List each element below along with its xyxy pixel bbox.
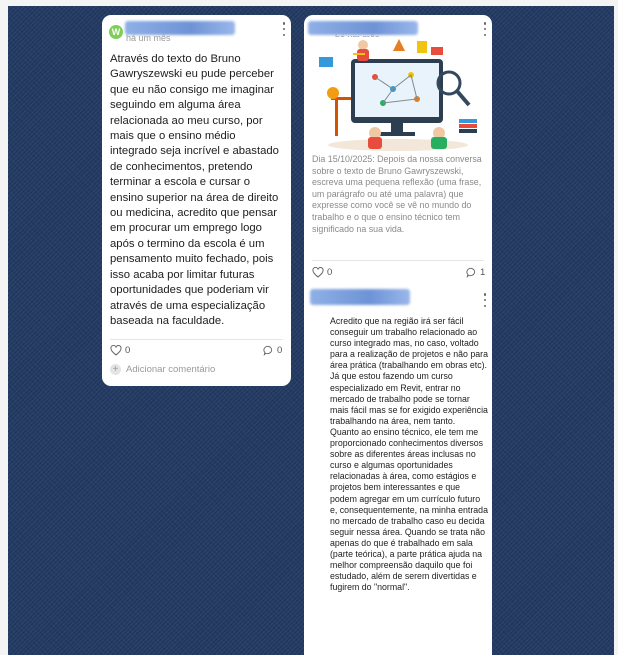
post-illustration[interactable] xyxy=(313,37,483,152)
divider xyxy=(312,260,484,261)
window-frame-right xyxy=(614,0,618,655)
comment-count: 1 xyxy=(480,267,486,278)
post-card[interactable]: W há um mês Através do texto do Bruno Ga… xyxy=(102,15,291,386)
post-timestamp: há um mês xyxy=(126,33,171,43)
like-button[interactable]: 0 xyxy=(312,267,332,278)
comment-icon xyxy=(263,345,273,356)
comment-count: 0 xyxy=(277,345,283,356)
kebab-menu-icon[interactable] xyxy=(282,22,286,36)
comment-paragraph: Quanto ao ensino técnico, ele tem me pro… xyxy=(330,426,488,593)
comment-body: Acredito que na região irá ser fácil con… xyxy=(330,316,488,593)
post-card[interactable]: há um mês Dia 15/10/2025: Depois xyxy=(304,15,492,655)
comment-icon xyxy=(466,267,476,278)
comment-thread: Acredito que na região irá ser fácil con… xyxy=(304,286,492,655)
post-caption: Dia 15/10/2025: Depois da nossa conversa… xyxy=(312,154,482,234)
post-body: Através do texto do Bruno Gawryszewski e… xyxy=(110,53,279,327)
add-comment-button[interactable]: + Adicionar comentário xyxy=(110,364,215,375)
comment-paragraph: Acredito que na região irá ser fácil con… xyxy=(330,316,488,426)
comment-button[interactable]: 1 xyxy=(466,267,485,278)
avatar[interactable]: W xyxy=(109,25,123,39)
like-button[interactable]: 0 xyxy=(110,345,130,356)
window-frame-left xyxy=(0,0,8,655)
like-count: 0 xyxy=(125,345,131,356)
like-count: 0 xyxy=(327,267,333,278)
comment-button[interactable]: 0 xyxy=(263,345,282,356)
window-frame-top xyxy=(0,0,618,6)
divider xyxy=(110,339,283,340)
kebab-menu-icon[interactable] xyxy=(483,293,487,307)
kebab-menu-icon[interactable] xyxy=(483,22,487,36)
plus-icon: + xyxy=(110,364,121,375)
add-comment-label: Adicionar comentário xyxy=(126,364,216,375)
heart-icon xyxy=(110,345,122,356)
heart-icon xyxy=(312,267,324,278)
comment-author-redacted xyxy=(310,289,410,305)
